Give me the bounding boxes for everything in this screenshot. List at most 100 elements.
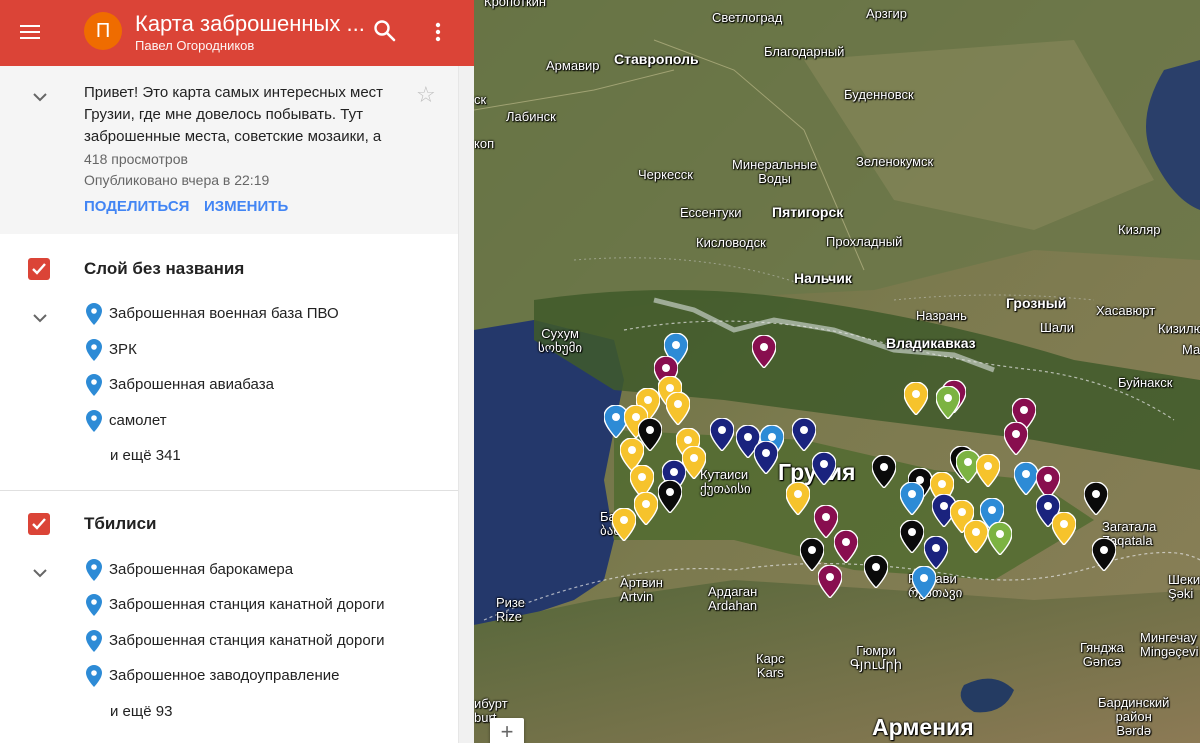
green-pin-marker[interactable]: [936, 386, 960, 419]
layer-checkbox[interactable]: [28, 258, 50, 280]
layer-item-label: Заброшенная авиабаза: [109, 376, 274, 393]
place-label: Ставрополь: [614, 51, 699, 67]
place-label: Светлоград: [712, 10, 783, 25]
layer-title: Тбилиси: [84, 514, 157, 533]
yellow-pin-marker[interactable]: [786, 482, 810, 515]
place-label: Минеральные Воды: [732, 157, 818, 186]
map-author[interactable]: Павел Огородников: [135, 38, 254, 53]
place-label: коп: [474, 136, 495, 151]
map-legend-panel: П Карта заброшенных ... Павел Огороднико…: [0, 0, 474, 743]
navy-pin-marker[interactable]: [710, 418, 734, 451]
place-label: Ма: [1182, 342, 1200, 357]
yellow-pin-marker[interactable]: [666, 392, 690, 425]
blue-pin-marker[interactable]: [1014, 462, 1038, 495]
app-window: П Карта заброшенных ... Павел Огороднико…: [0, 0, 1200, 743]
black-pin-marker[interactable]: [658, 480, 682, 513]
yellow-pin-marker[interactable]: [904, 382, 928, 415]
layer-item-label: самолет: [109, 412, 167, 429]
black-pin-marker[interactable]: [864, 555, 888, 588]
place-label: Владикавказ: [886, 335, 976, 351]
navy-pin-marker[interactable]: [924, 536, 948, 569]
scrollbar[interactable]: [458, 66, 474, 743]
layer-item-label: Заброшенная военная база ПВО: [109, 305, 339, 322]
maroon-pin-marker[interactable]: [818, 565, 842, 598]
layer-item-label: Заброшенная барокамера: [109, 561, 294, 578]
satellite-map[interactable]: Кропоткин Светлоград Арзгир Благодарный …: [474, 0, 1200, 743]
place-label: Буденновск: [844, 87, 914, 102]
chevron-down-icon[interactable]: [30, 308, 50, 328]
avatar[interactable]: П: [84, 12, 122, 50]
black-pin-marker[interactable]: [1084, 482, 1108, 515]
more-items-link[interactable]: и ещё 341: [110, 447, 181, 464]
search-icon[interactable]: [372, 18, 398, 44]
blue-pin-marker[interactable]: [912, 566, 936, 599]
yellow-pin-marker[interactable]: [634, 492, 658, 525]
layer-item-label: Заброшенная станция канатной дороги: [109, 596, 385, 613]
black-pin-marker[interactable]: [1092, 538, 1116, 571]
place-label: ск: [474, 92, 487, 107]
place-label: Черкесск: [638, 167, 693, 182]
navy-pin-marker[interactable]: [792, 418, 816, 451]
map-pin-icon: [86, 303, 102, 325]
place-label: Арзгир: [866, 6, 907, 21]
yellow-pin-marker[interactable]: [976, 454, 1000, 487]
place-label: Сухум სოხუმი: [538, 326, 583, 355]
country-label: Армения: [872, 714, 974, 740]
place-label: Назрань: [916, 308, 967, 323]
edit-button[interactable]: ИЗМЕНИТЬ: [204, 198, 288, 215]
chevron-down-icon[interactable]: [30, 87, 50, 107]
place-label: Артвин Artvin: [620, 575, 663, 604]
layer-item-label: Заброшенное заводоуправление: [109, 667, 340, 684]
black-pin-marker[interactable]: [900, 520, 924, 553]
place-label: Кутаиси ქუთაისი: [700, 467, 751, 496]
blue-pin-marker[interactable]: [900, 482, 924, 515]
map-pin-icon: [86, 630, 102, 652]
maroon-pin-marker[interactable]: [752, 335, 776, 368]
chevron-down-icon[interactable]: [30, 563, 50, 583]
place-label: Буйнакск: [1118, 375, 1173, 390]
layer-item-label: ЗРК: [109, 341, 137, 358]
view-count: 418 просмотров: [84, 151, 188, 167]
map-description: Привет! Это карта самых интересных мест …: [84, 84, 384, 145]
map-pin-icon: [86, 594, 102, 616]
maroon-pin-marker[interactable]: [834, 530, 858, 563]
yellow-pin-marker[interactable]: [964, 520, 988, 553]
map-pin-icon: [86, 410, 102, 432]
map-title: Карта заброшенных ...: [135, 11, 365, 36]
map-pin-icon: [86, 339, 102, 361]
map-pin-icon: [86, 559, 102, 581]
layer-checkbox[interactable]: [28, 513, 50, 535]
more-vert-icon[interactable]: [428, 20, 448, 44]
place-label: Кисловодск: [696, 235, 766, 250]
place-label: Нальчик: [794, 270, 852, 286]
place-label: Благодарный: [764, 44, 845, 59]
star-icon[interactable]: ☆: [416, 84, 436, 106]
black-pin-marker[interactable]: [872, 455, 896, 488]
place-label: Ессентуки: [680, 205, 742, 220]
place-label: Карс Kars: [756, 651, 785, 680]
panel-header: П Карта заброшенных ... Павел Огороднико…: [0, 0, 474, 66]
place-label: Лабинск: [506, 109, 556, 124]
navy-pin-marker[interactable]: [754, 441, 778, 474]
menu-icon[interactable]: [18, 20, 42, 44]
published-date: Опубликовано вчера в 22:19: [84, 172, 270, 188]
share-button[interactable]: ПОДЕЛИТЬСЯ: [84, 198, 189, 215]
place-label: Шали: [1040, 320, 1074, 335]
yellow-pin-marker[interactable]: [612, 508, 636, 541]
divider: [0, 490, 458, 491]
map-pin-icon: [86, 665, 102, 687]
place-label: Кизляр: [1118, 222, 1161, 237]
place-label: Армавир: [546, 58, 600, 73]
more-items-link[interactable]: и ещё 93: [110, 703, 172, 720]
place-label: Бардинский район Bərdə: [1098, 695, 1170, 738]
layer-title: Слой без названия: [84, 259, 245, 278]
maroon-pin-marker[interactable]: [1004, 422, 1028, 455]
yellow-pin-marker[interactable]: [1052, 512, 1076, 545]
navy-pin-marker[interactable]: [812, 452, 836, 485]
place-label: Гюмри Գյումրի: [850, 643, 902, 672]
place-label: Кизилю: [1158, 321, 1200, 336]
zoom-in-button[interactable]: +: [490, 718, 524, 743]
layer-item-label: Заброшенная станция канатной дороги: [109, 632, 385, 649]
place-label: Хасавюрт: [1096, 303, 1156, 318]
green-pin-marker[interactable]: [988, 522, 1012, 555]
